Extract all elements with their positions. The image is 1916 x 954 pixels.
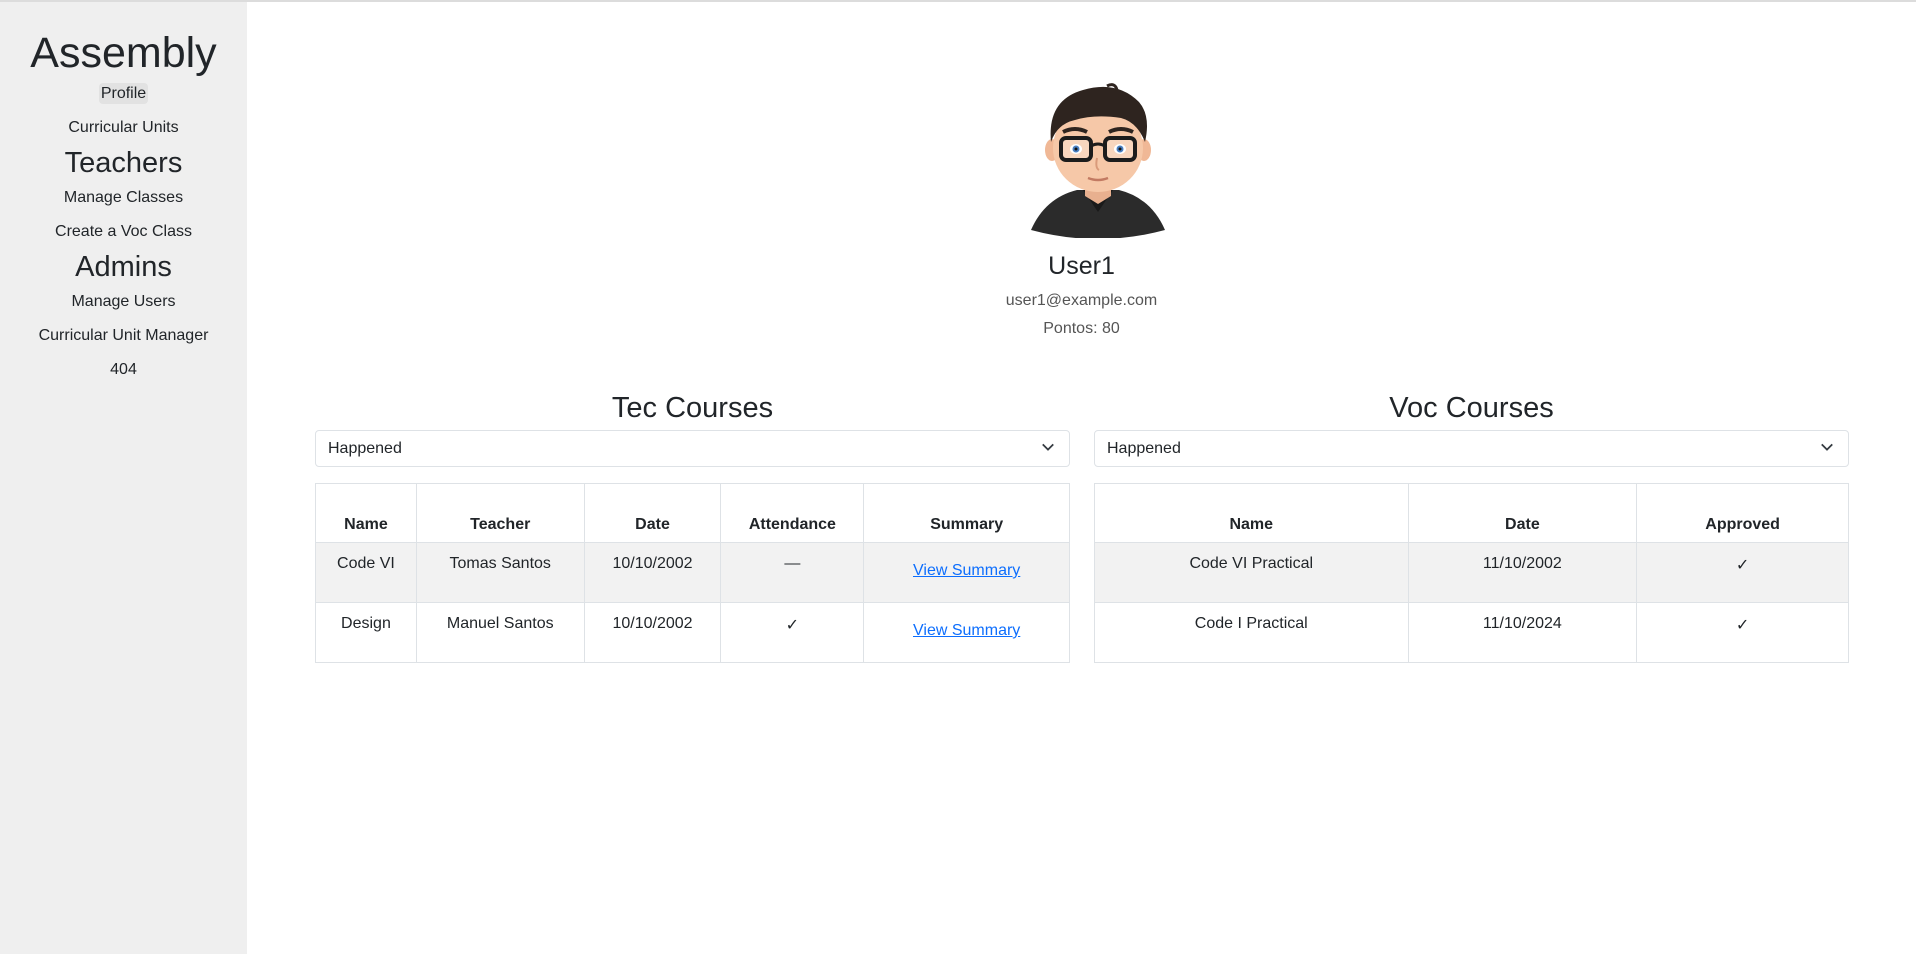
cell-date: 11/10/2024 [1407, 602, 1638, 663]
sidebar-item-create-voc-class[interactable]: Create a Voc Class [53, 215, 194, 249]
table-row: Code I Practical 11/10/2024 ✓ [1094, 602, 1849, 663]
cell-approved: ✓ [1636, 542, 1849, 603]
profile-email: user1@example.com [1005, 292, 1158, 309]
tec-courses-panel: Tec Courses Happened Name Teacher Date A… [315, 390, 1070, 663]
sidebar: Assembly Profile Curricular Units Teache… [0, 2, 247, 954]
cell-name: Code I Practical [1094, 602, 1409, 663]
cell-attendance: — [720, 542, 865, 603]
sidebar-item-curricular-unit-manager[interactable]: Curricular Unit Manager [37, 319, 211, 353]
cell-teacher: Tomas Santos [415, 542, 585, 603]
sidebar-item-manage-users[interactable]: Manage Users [69, 285, 177, 319]
chevron-down-icon [1821, 443, 1833, 451]
sidebar-item-profile[interactable]: Profile [97, 77, 150, 111]
sidebar-item-404[interactable]: 404 [108, 353, 139, 387]
tec-filter-select[interactable]: Happened [315, 430, 1070, 467]
table-row: Code VI Tomas Santos 10/10/2002 — View S… [315, 542, 1070, 603]
top-border [0, 0, 1916, 2]
cell-date: 10/10/2002 [583, 542, 722, 603]
tec-courses-title: Tec Courses [611, 392, 774, 424]
cell-date: 11/10/2002 [1407, 542, 1638, 603]
cell-date: 10/10/2002 [583, 602, 722, 663]
cell-summary: View Summary [863, 542, 1070, 603]
table-row: Code VI Practical 11/10/2002 ✓ [1094, 542, 1849, 603]
sidebar-section-admins: Admins [75, 251, 172, 283]
sidebar-section-teachers: Teachers [64, 147, 183, 179]
voc-filter-value: Happened [1107, 440, 1181, 457]
column-header-name: Name [1094, 483, 1409, 543]
voc-courses-table: Name Date Approved Code VI Practical 11/… [1094, 483, 1849, 663]
column-header-approved: Approved [1636, 483, 1849, 543]
cell-name: Design [315, 602, 417, 663]
tec-courses-table: Name Teacher Date Attendance Summary Cod… [315, 483, 1070, 663]
sidebar-item-manage-classes[interactable]: Manage Classes [62, 181, 185, 215]
cell-name: Code VI [315, 542, 417, 603]
voc-filter-select[interactable]: Happened [1094, 430, 1849, 467]
voc-courses-panel: Voc Courses Happened Name Date Approved … [1094, 390, 1849, 663]
profile-username: User1 [1048, 252, 1115, 280]
column-header-summary: Summary [863, 483, 1070, 543]
cell-name: Code VI Practical [1094, 542, 1409, 603]
brand-title: Assembly [30, 29, 217, 77]
column-header-teacher: Teacher [415, 483, 585, 543]
cell-teacher: Manuel Santos [415, 602, 585, 663]
table-row: Design Manuel Santos 10/10/2002 ✓ View S… [315, 602, 1070, 663]
sidebar-item-curricular-units[interactable]: Curricular Units [66, 111, 180, 145]
view-summary-link[interactable]: View Summary [913, 622, 1020, 640]
column-header-date: Date [583, 483, 722, 543]
view-summary-link[interactable]: View Summary [913, 562, 1020, 580]
profile-points: Pontos: 80 [1043, 320, 1120, 337]
column-header-date: Date [1407, 483, 1638, 543]
avatar-icon [1031, 83, 1165, 238]
cell-approved: ✓ [1636, 602, 1849, 663]
voc-courses-title: Voc Courses [1389, 392, 1554, 424]
column-header-name: Name [315, 483, 417, 543]
column-header-attendance: Attendance [720, 483, 865, 543]
tec-filter-value: Happened [328, 440, 402, 457]
cell-summary: View Summary [863, 602, 1070, 663]
table-header-row: Name Date Approved [1094, 483, 1849, 543]
table-header-row: Name Teacher Date Attendance Summary [315, 483, 1070, 543]
chevron-down-icon [1042, 443, 1054, 451]
cell-attendance: ✓ [720, 602, 865, 663]
